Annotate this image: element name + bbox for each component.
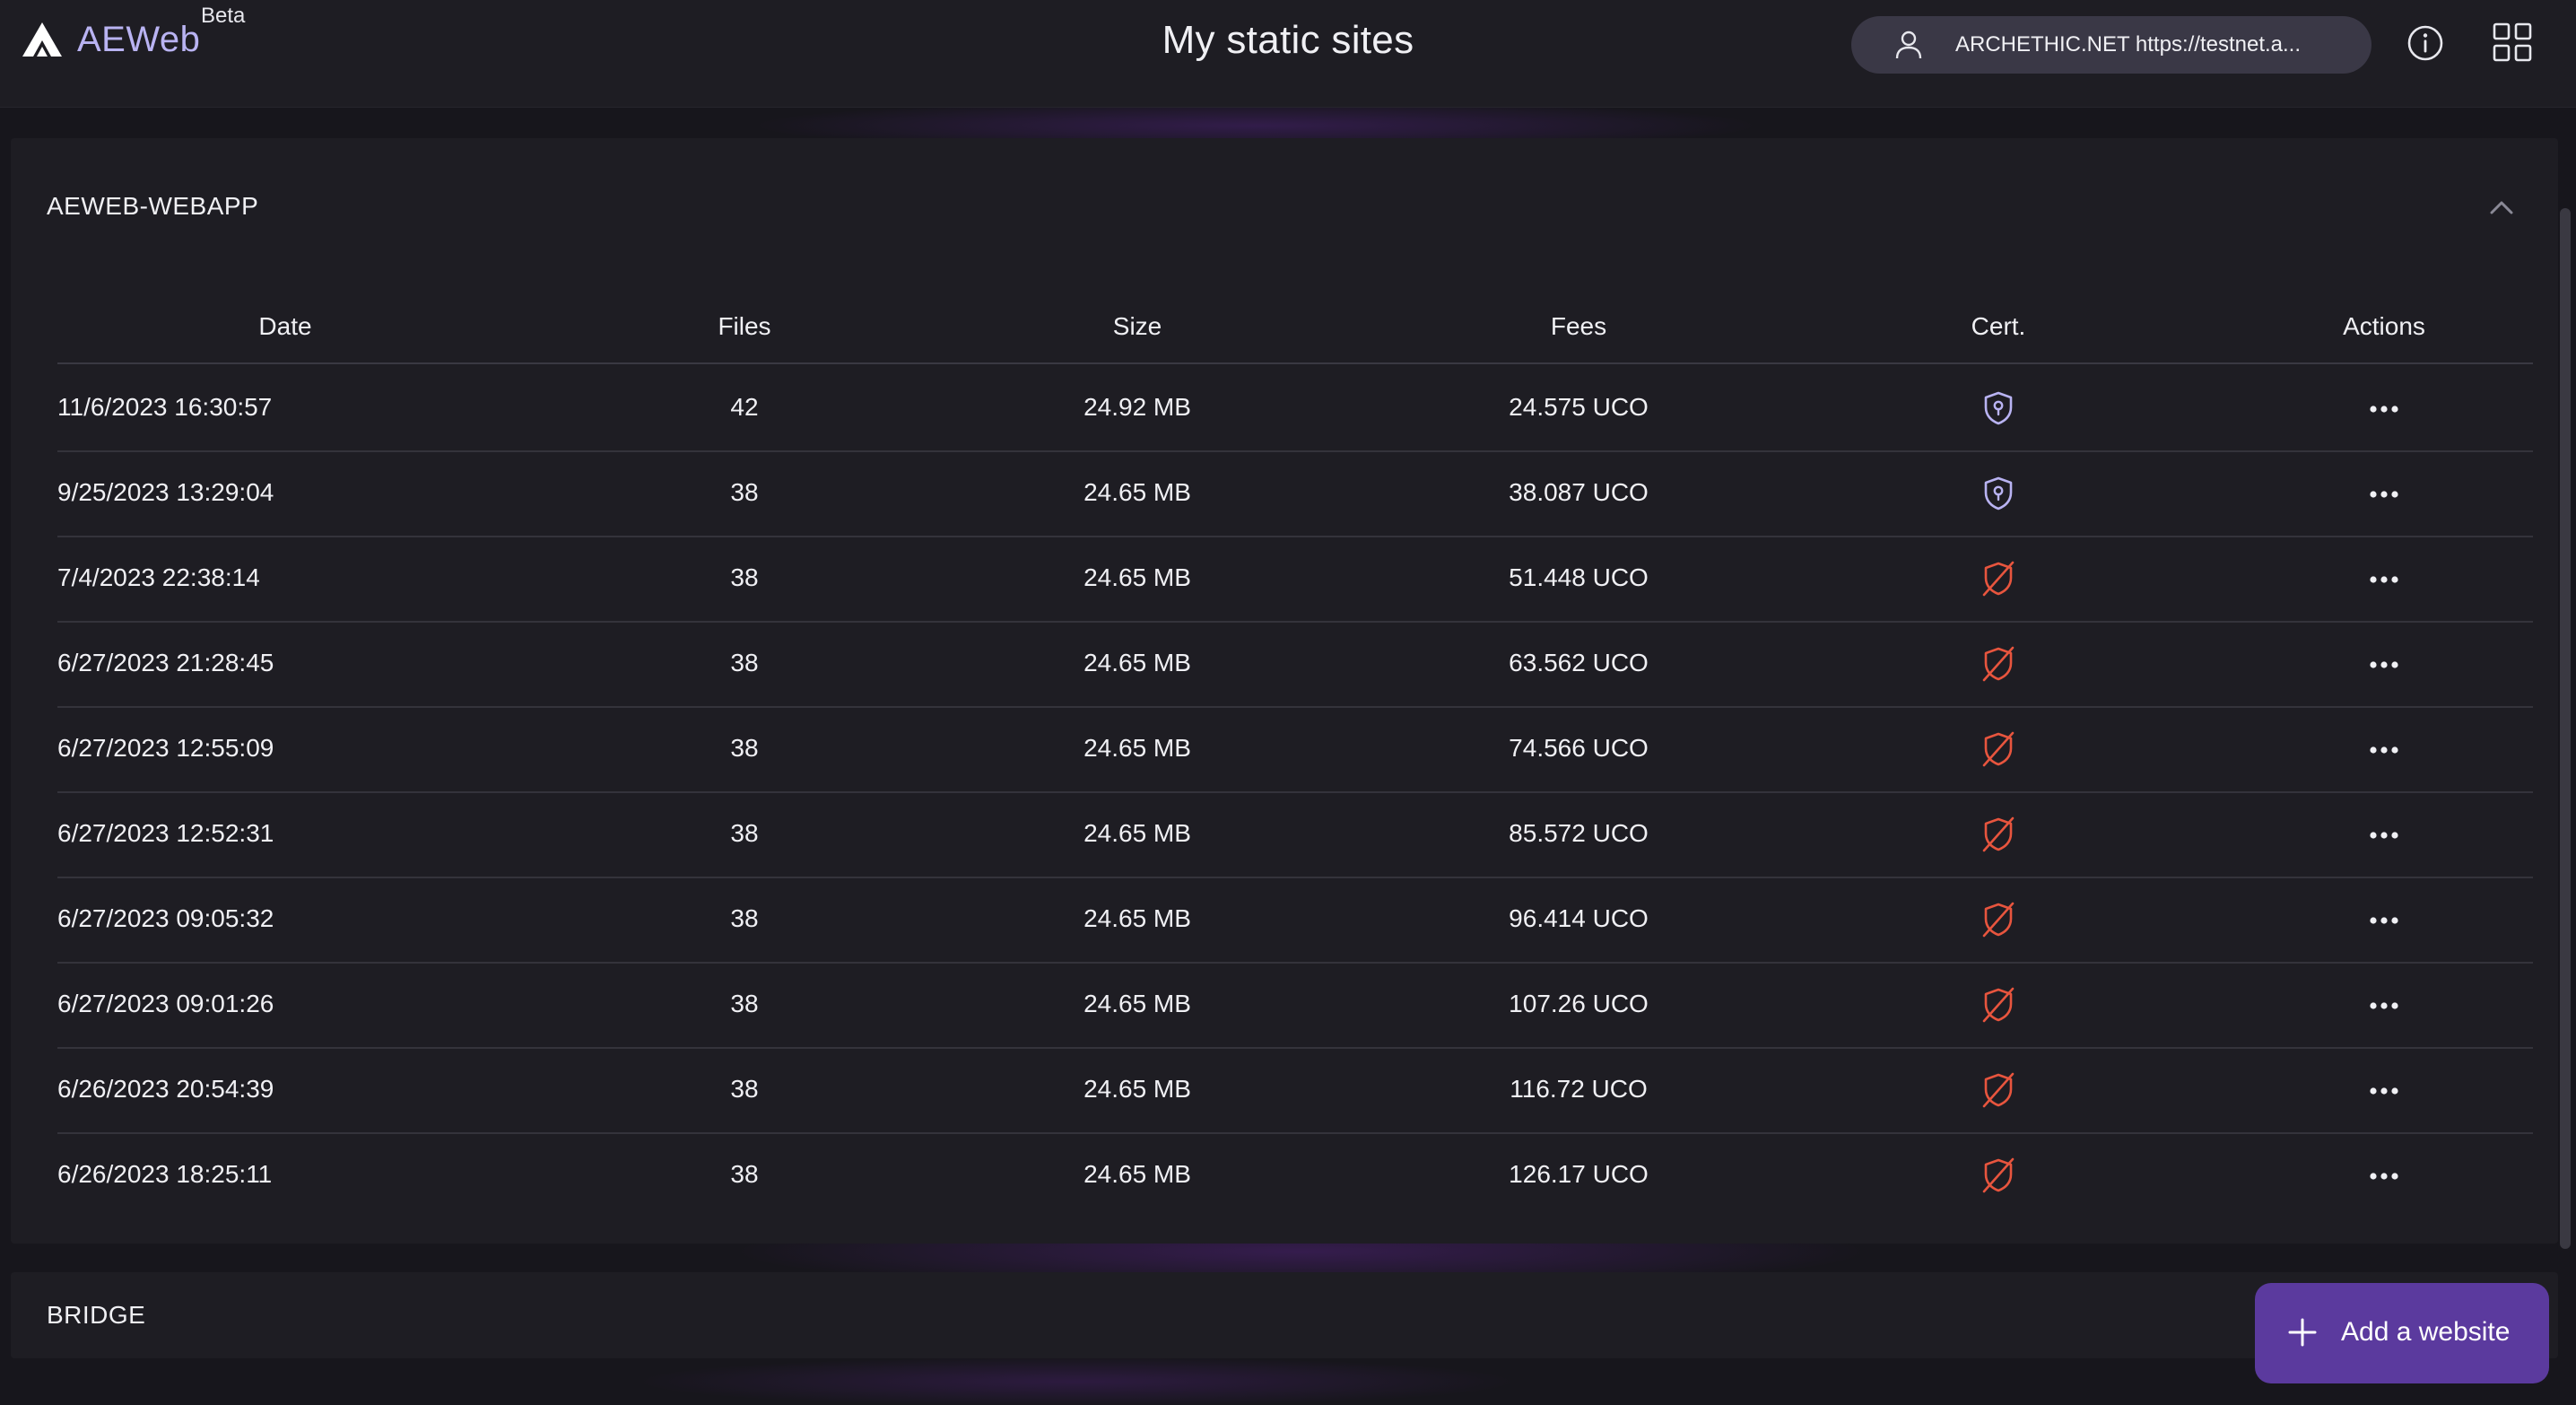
more-actions-icon[interactable] [2364,476,2404,512]
shield-off-icon [1982,561,2015,597]
cell-size: 24.65 MB [1083,1075,1191,1103]
cell-fees: 24.575 UCO [1509,393,1649,421]
more-actions-icon[interactable] [2364,817,2404,853]
info-icon[interactable] [2406,23,2445,63]
user-icon [1895,31,1922,59]
column-header-date: Date [258,312,312,340]
table-row: 6/27/2023 12:55:09 38 24.65 MB 74.566 UCO [57,707,2533,793]
cell-date: 6/27/2023 12:55:09 [57,734,274,762]
table-row: 9/25/2023 13:29:04 38 24.65 MB 38.087 UCO [57,451,2533,537]
apps-grid-icon[interactable] [2492,22,2533,63]
cell-date: 6/27/2023 09:05:32 [57,904,274,932]
table-row: 6/27/2023 09:05:32 38 24.65 MB 96.414 UCO [57,877,2533,964]
cell-date: 6/26/2023 18:25:11 [57,1160,273,1188]
cell-files: 38 [730,1160,759,1188]
shield-off-icon [1982,987,2015,1023]
shield-off-icon [1982,731,2015,767]
cell-fees: 38.087 UCO [1509,478,1649,506]
cell-size: 24.65 MB [1083,478,1191,506]
cell-date: 6/27/2023 12:52:31 [57,819,274,847]
more-actions-icon[interactable] [2364,903,2404,938]
shield-off-icon [1982,646,2015,682]
table-row: 6/27/2023 12:52:31 38 24.65 MB 85.572 UCO [57,792,2533,878]
network-selector[interactable]: ARCHETHIC.NET https://testnet.a... [1851,16,2371,74]
cell-fees: 74.566 UCO [1509,734,1649,762]
column-header-actions: Actions [2343,312,2425,340]
site-panel-aeweb-webapp: AEWEB-WEBAPP Date Files Size Fees Cert. … [11,138,2558,1244]
cell-fees: 116.72 UCO [1510,1075,1648,1103]
add-website-button[interactable]: Add a website [2255,1283,2549,1383]
more-actions-icon[interactable] [2364,988,2404,1024]
scrollbar[interactable] [2560,208,2571,1249]
column-header-fees: Fees [1550,312,1607,340]
cell-files: 38 [730,649,759,676]
chevron-up-icon[interactable] [2488,197,2515,217]
table-row: 6/27/2023 21:28:45 38 24.65 MB 63.562 UCO [57,622,2533,708]
shield-off-icon [1982,816,2015,852]
plus-icon [2288,1318,2317,1347]
cell-files: 38 [730,819,759,847]
cell-size: 24.65 MB [1083,649,1191,676]
table-row: 6/26/2023 20:54:39 38 24.65 MB 116.72 UCO [57,1048,2533,1134]
column-header-files: Files [718,312,771,340]
cell-files: 38 [730,904,759,932]
network-label: ARCHETHIC.NET https://testnet.a... [1955,32,2302,57]
cell-size: 24.65 MB [1083,990,1191,1017]
shield-certified-icon [1984,391,2013,425]
table-row: 7/4/2023 22:38:14 38 24.65 MB 51.448 UCO [57,537,2533,623]
cell-files: 38 [730,478,759,506]
site-name[interactable]: BRIDGE [47,1301,145,1330]
cell-size: 24.65 MB [1083,1160,1191,1188]
cell-date: 6/27/2023 21:28:45 [57,649,274,676]
cell-date: 11/6/2023 16:30:57 [57,393,273,421]
more-actions-icon[interactable] [2364,1158,2404,1194]
cell-size: 24.65 MB [1083,563,1191,591]
cell-files: 38 [730,990,759,1017]
cell-files: 38 [730,563,759,591]
cell-files: 38 [730,1075,759,1103]
shield-certified-icon [1984,476,2013,511]
column-header-size: Size [1112,312,1162,340]
cell-files: 38 [730,734,759,762]
cell-fees: 107.26 UCO [1509,990,1649,1017]
site-panel-bridge[interactable]: BRIDGE [11,1272,2558,1358]
more-actions-icon[interactable] [2364,562,2404,598]
add-website-label: Add a website [2341,1317,2511,1347]
cell-fees: 126.17 UCO [1509,1160,1649,1188]
cell-size: 24.65 MB [1083,904,1191,932]
top-app-bar: AEWeb Beta My static sites ARCHETHIC.NET… [0,0,2576,108]
table-row: 6/26/2023 18:25:11 38 24.65 MB 126.17 UCO [57,1133,2533,1219]
cell-date: 9/25/2023 13:29:04 [57,478,274,506]
cell-fees: 96.414 UCO [1509,904,1649,932]
cell-size: 24.65 MB [1083,734,1191,762]
table-row: 11/6/2023 16:30:57 42 24.92 MB 24.575 UCO [57,366,2533,452]
site-name[interactable]: AEWEB-WEBAPP [47,192,258,221]
table-header: Date Files Size Fees Cert. Actions [57,312,2533,364]
column-header-cert: Cert. [1971,312,2026,340]
more-actions-icon[interactable] [2364,732,2404,768]
more-actions-icon[interactable] [2364,391,2404,427]
shield-off-icon [1982,1072,2015,1108]
cell-files: 42 [730,393,759,421]
cell-fees: 63.562 UCO [1509,649,1649,676]
cell-fees: 51.448 UCO [1509,563,1649,591]
table-row: 6/27/2023 09:01:26 38 24.65 MB 107.26 UCO [57,963,2533,1049]
cell-size: 24.92 MB [1083,393,1191,421]
shield-off-icon [1982,902,2015,938]
more-actions-icon[interactable] [2364,647,2404,683]
cell-date: 6/27/2023 09:01:26 [57,990,274,1017]
cell-date: 6/26/2023 20:54:39 [57,1075,274,1103]
cell-date: 7/4/2023 22:38:14 [57,563,260,591]
cell-size: 24.65 MB [1083,819,1191,847]
shield-off-icon [1982,1157,2015,1193]
cell-fees: 85.572 UCO [1509,819,1649,847]
more-actions-icon[interactable] [2364,1073,2404,1109]
